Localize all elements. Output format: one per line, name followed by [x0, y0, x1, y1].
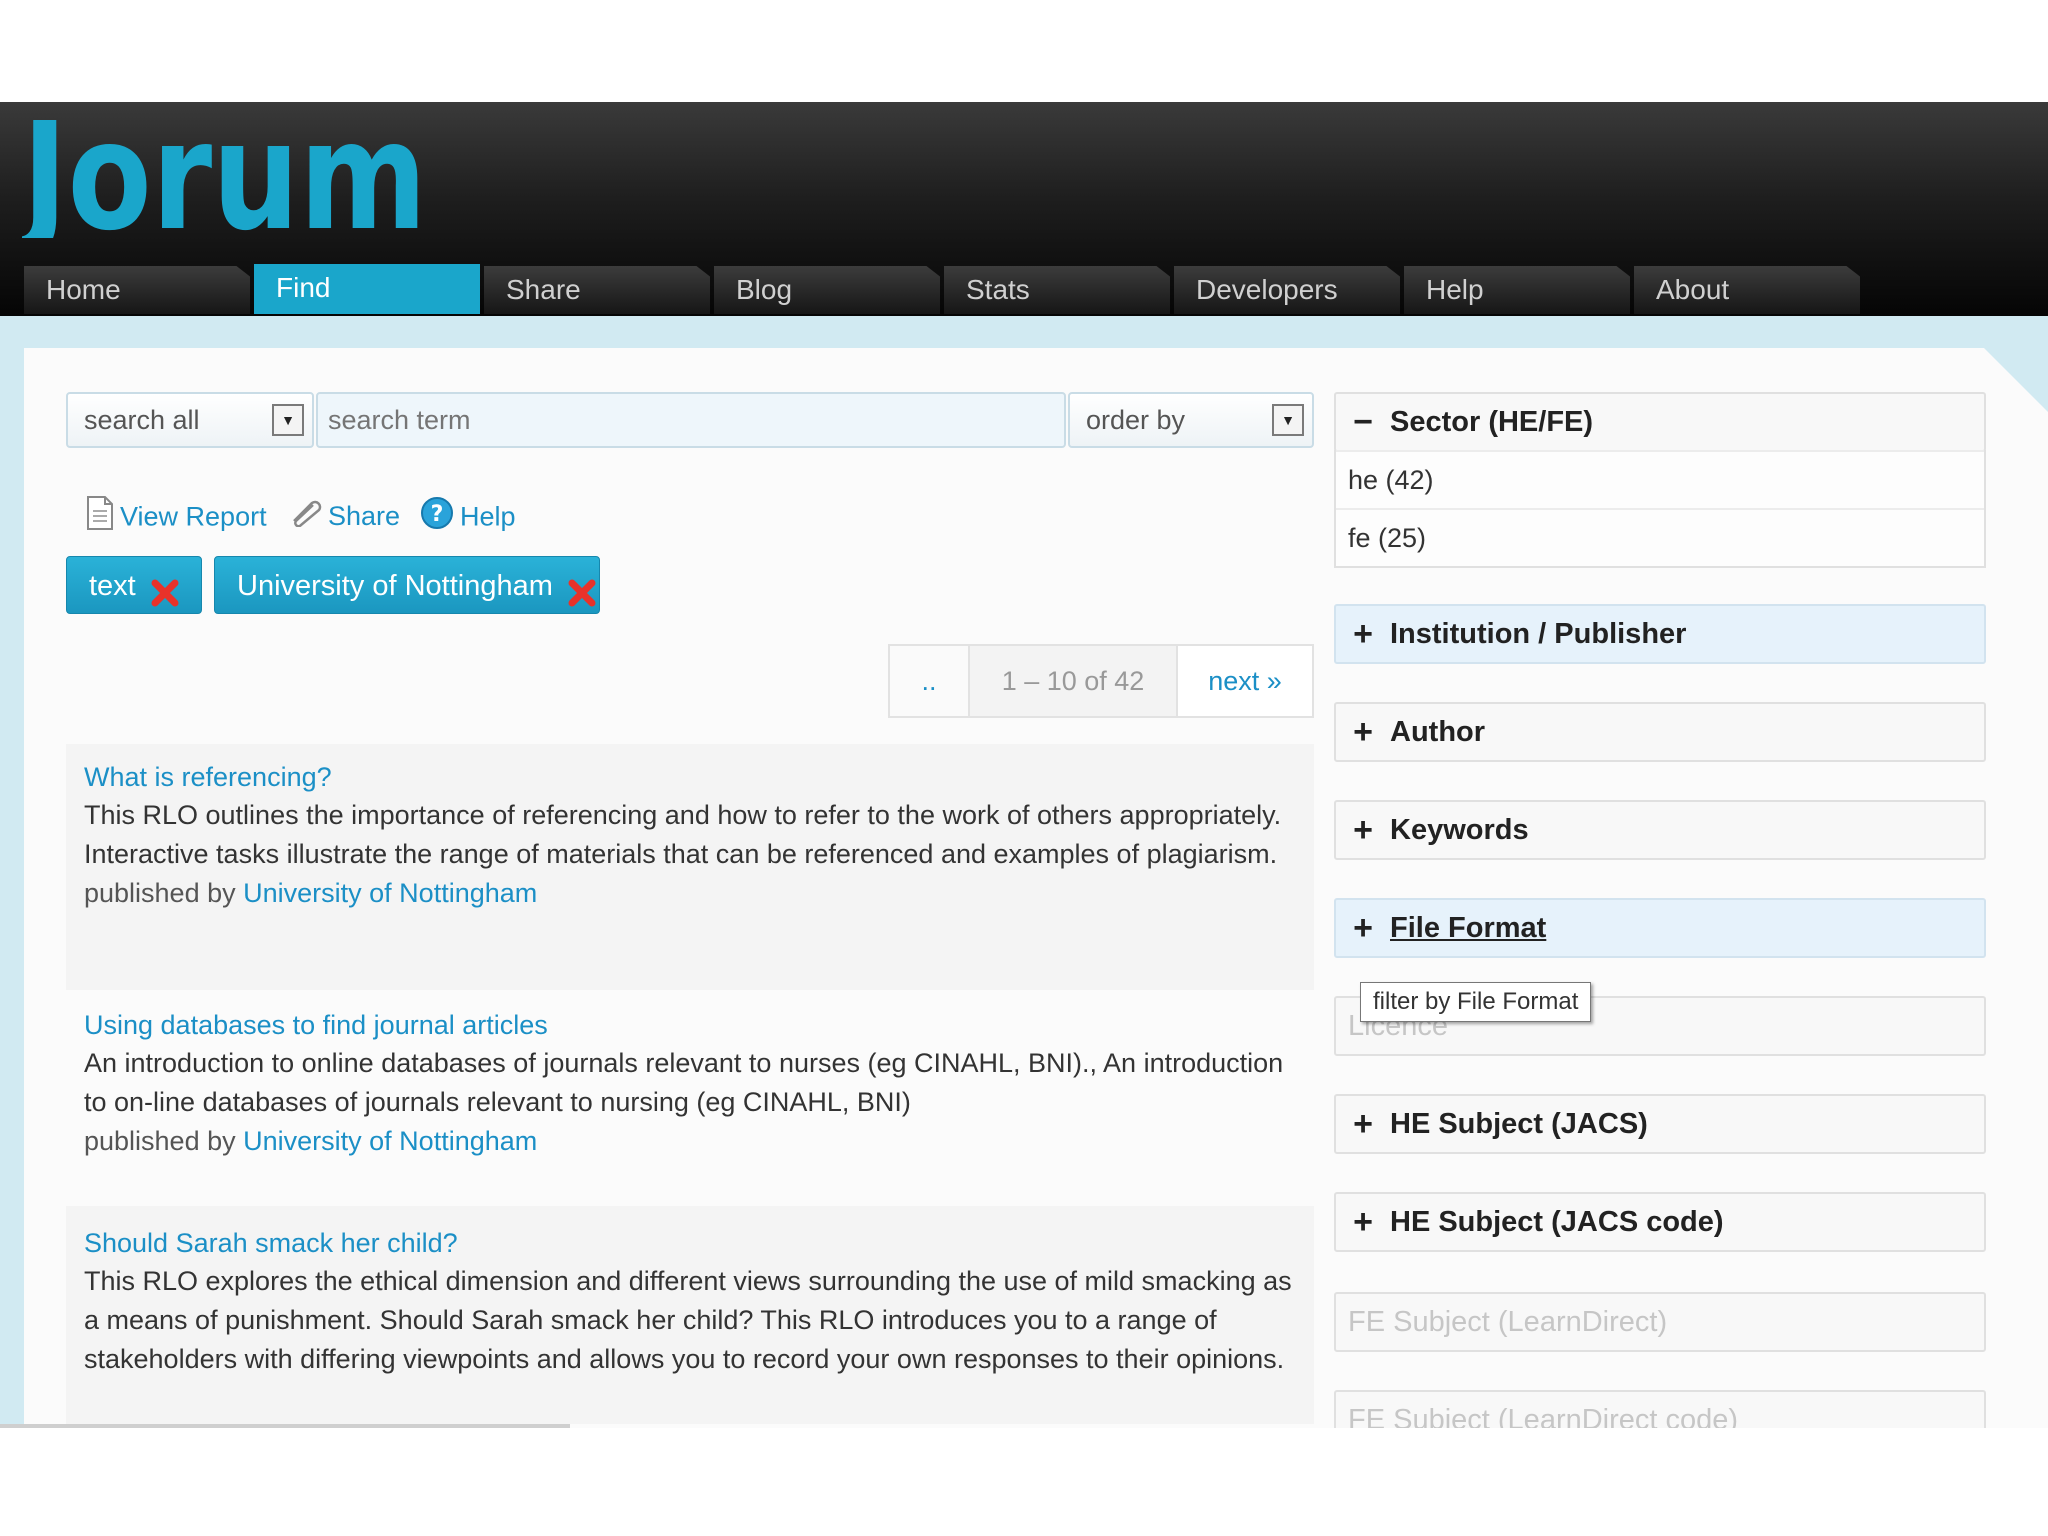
- search-term-input[interactable]: [316, 392, 1066, 448]
- nav-find[interactable]: Find: [254, 264, 480, 314]
- svg-text:?: ?: [431, 502, 444, 527]
- nav-blog[interactable]: Blog: [714, 266, 940, 314]
- facet-author[interactable]: + Author: [1334, 702, 1986, 762]
- result-item: Should Sarah smack her child? This RLO e…: [66, 1206, 1314, 1424]
- search-scope-value: search all: [84, 405, 200, 435]
- result-title-link[interactable]: Using databases to find journal articles: [84, 1006, 1296, 1044]
- facet-title: Institution / Publisher: [1390, 618, 1687, 650]
- tooltip: filter by File Format: [1360, 982, 1592, 1022]
- facet-he-subject-code[interactable]: + HE Subject (JACS code): [1334, 1192, 1986, 1252]
- share-label: Share: [328, 501, 401, 531]
- chevron-down-icon[interactable]: ▼: [1272, 404, 1304, 436]
- facet-title: File Format: [1390, 912, 1547, 944]
- published-by-label: published by: [84, 878, 236, 908]
- order-by-value: order by: [1086, 405, 1186, 435]
- site-header: Jorum Home Find Share Blog Stats Develop…: [0, 102, 2048, 316]
- help-link[interactable]: ? Help: [420, 496, 516, 536]
- filter-chip-text[interactable]: text: [66, 556, 202, 614]
- result-item: What is referencing? This RLO outlines t…: [66, 744, 1314, 990]
- expand-icon[interactable]: +: [1348, 802, 1378, 858]
- result-title-link[interactable]: What is referencing?: [84, 758, 1296, 796]
- facet-institution-publisher[interactable]: + Institution / Publisher: [1334, 604, 1986, 664]
- jorum-logo[interactable]: Jorum: [22, 120, 432, 238]
- collapse-icon[interactable]: −: [1348, 394, 1378, 450]
- facet-sector-options: he (42) fe (25): [1334, 450, 1986, 568]
- page-bottom-margin: [0, 1428, 2048, 1536]
- nav-developers[interactable]: Developers: [1174, 266, 1400, 314]
- expand-icon[interactable]: +: [1348, 606, 1378, 662]
- chevron-down-icon[interactable]: ▼: [272, 404, 304, 436]
- pagination: .. 1 – 10 of 42 next »: [888, 644, 1314, 718]
- main-nav: Home Find Share Blog Stats Developers He…: [0, 262, 2048, 314]
- nav-share[interactable]: Share: [484, 266, 710, 314]
- result-item: Using databases to find journal articles…: [66, 1006, 1314, 1176]
- expand-icon[interactable]: +: [1348, 704, 1378, 760]
- facet-title: Keywords: [1390, 814, 1529, 846]
- facet-title: HE Subject (JACS code): [1390, 1206, 1724, 1238]
- result-publisher-line: published by University of Nottingham: [84, 1122, 1296, 1161]
- view-report-link[interactable]: View Report: [86, 496, 267, 536]
- filter-chip-university-of-nottingham[interactable]: University of Nottingham: [214, 556, 600, 614]
- publisher-link[interactable]: University of Nottingham: [243, 878, 537, 908]
- nav-about[interactable]: About: [1634, 266, 1860, 314]
- published-by-label: published by: [84, 1126, 236, 1156]
- pager-range: 1 – 10 of 42: [970, 646, 1178, 716]
- remove-icon[interactable]: [567, 570, 597, 607]
- view-report-label: View Report: [120, 501, 267, 532]
- expand-icon[interactable]: +: [1348, 900, 1378, 956]
- facet-title: FE Subject (LearnDirect): [1348, 1306, 1668, 1338]
- logo-wordmark: Jorum: [22, 120, 427, 238]
- facet-option-fe[interactable]: fe (25): [1336, 508, 1984, 566]
- result-publisher-line: published by University of Nottingham: [84, 874, 1296, 913]
- result-description: An introduction to online databases of j…: [84, 1048, 1284, 1117]
- facet-keywords[interactable]: + Keywords: [1334, 800, 1986, 860]
- help-icon: ?: [420, 496, 454, 541]
- help-label: Help: [460, 501, 516, 532]
- result-description: This RLO outlines the importance of refe…: [84, 800, 1282, 869]
- paperclip-icon: [288, 497, 322, 538]
- facet-title: Sector (HE/FE): [1390, 406, 1594, 438]
- facet-title: HE Subject (JACS): [1390, 1108, 1648, 1140]
- order-by-select[interactable]: order by ▼: [1068, 392, 1314, 448]
- facet-title: Author: [1390, 716, 1486, 748]
- remove-icon[interactable]: [150, 570, 180, 607]
- facet-fe-subject: FE Subject (LearnDirect): [1334, 1292, 1986, 1352]
- share-link[interactable]: Share: [288, 496, 400, 536]
- publisher-link[interactable]: University of Nottingham: [243, 1126, 537, 1156]
- result-description: This RLO explores the ethical dimension …: [84, 1266, 1292, 1374]
- nav-stats[interactable]: Stats: [944, 266, 1170, 314]
- facet-sector[interactable]: − Sector (HE/FE): [1334, 392, 1986, 452]
- nav-home[interactable]: Home: [24, 266, 250, 314]
- pager-previous[interactable]: ..: [890, 646, 970, 716]
- expand-icon[interactable]: +: [1348, 1096, 1378, 1152]
- expand-icon[interactable]: +: [1348, 1194, 1378, 1250]
- facet-he-subject[interactable]: + HE Subject (JACS): [1334, 1094, 1986, 1154]
- filter-chip-label: University of Nottingham: [237, 570, 553, 602]
- facet-option-he[interactable]: he (42): [1336, 450, 1984, 508]
- nav-help[interactable]: Help: [1404, 266, 1630, 314]
- pager-next-link[interactable]: next »: [1178, 646, 1312, 716]
- filter-chip-label: text: [89, 570, 136, 602]
- document-icon: [86, 496, 114, 541]
- search-scope-select[interactable]: search all ▼: [66, 392, 314, 448]
- result-title-link[interactable]: Should Sarah smack her child?: [84, 1224, 1296, 1262]
- facet-file-format[interactable]: + File Format: [1334, 898, 1986, 958]
